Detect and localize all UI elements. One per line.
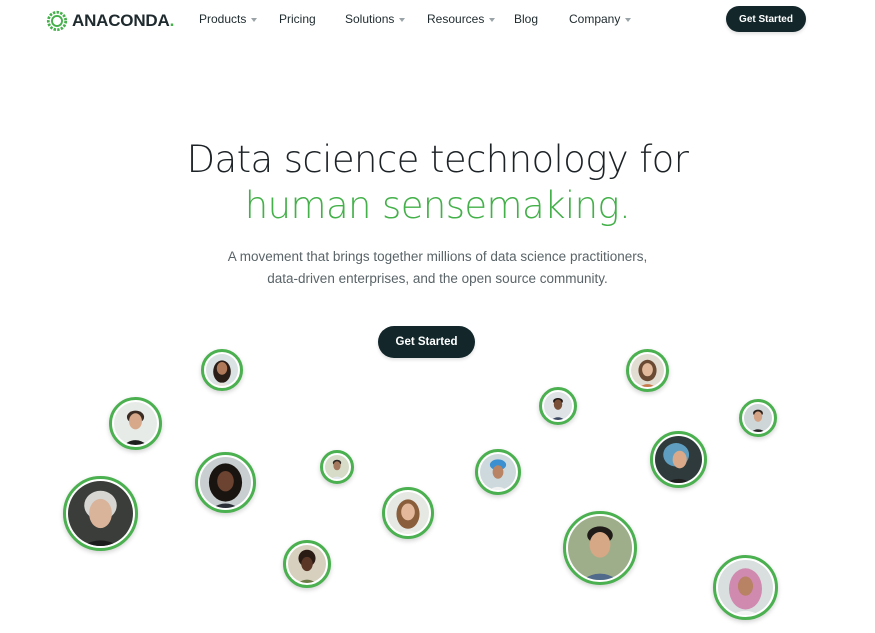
avatar	[626, 349, 669, 392]
nav-label: Resources	[427, 12, 485, 26]
avatar	[382, 487, 434, 539]
hero-title-accent: human sensemaking.	[244, 184, 631, 227]
person-photo	[200, 457, 251, 508]
avatar	[201, 349, 243, 391]
header-get-started-button[interactable]: Get Started	[726, 6, 806, 32]
avatar	[195, 452, 256, 513]
avatar	[650, 431, 707, 488]
page: ANACONDA. Products Pricing Solutions Res…	[0, 0, 875, 633]
nav-label: Company	[569, 12, 621, 26]
chevron-down-icon	[399, 18, 406, 22]
hero-get-started-button[interactable]: Get Started	[378, 326, 475, 358]
chevron-down-icon	[251, 18, 258, 22]
nav-label: Blog	[514, 12, 539, 26]
hero-subtitle-line-2: data-driven enterprises, and the open so…	[267, 271, 608, 286]
person-photo	[631, 354, 664, 387]
person-photo	[325, 455, 349, 479]
chevron-down-icon	[625, 18, 632, 22]
person-photo	[568, 516, 632, 580]
hero-subtitle-line-1: A movement that brings together millions…	[227, 249, 648, 264]
avatar	[320, 450, 354, 484]
nav-label: Pricing	[279, 12, 316, 26]
hero-title: Data science technology for	[186, 138, 689, 181]
person-photo	[744, 404, 772, 432]
person-photo	[206, 354, 238, 386]
nav-item-solutions[interactable]: Solutions	[345, 12, 406, 26]
person-photo	[655, 436, 702, 483]
nav-item-blog[interactable]: Blog	[514, 12, 538, 26]
nav-item-company[interactable]: Company	[569, 12, 632, 26]
nav-item-pricing[interactable]: Pricing	[279, 12, 316, 26]
anaconda-logo[interactable]: ANACONDA.	[46, 10, 174, 32]
avatar	[63, 476, 138, 551]
avatar	[739, 399, 777, 437]
person-photo	[718, 560, 773, 615]
avatar	[475, 449, 521, 495]
nav-item-resources[interactable]: Resources	[427, 12, 496, 26]
person-photo	[288, 545, 326, 583]
person-photo	[544, 392, 572, 420]
avatar	[713, 555, 778, 620]
person-photo	[68, 481, 133, 546]
person-photo	[114, 402, 157, 445]
person-photo	[480, 454, 516, 490]
chevron-down-icon	[489, 18, 496, 22]
site-header: ANACONDA. Products Pricing Solutions Res…	[0, 0, 875, 40]
nav-label: Solutions	[345, 12, 395, 26]
nav-label: Products	[199, 12, 247, 26]
brand-name: ANACONDA.	[72, 11, 175, 30]
avatar	[109, 397, 162, 450]
avatar	[539, 387, 577, 425]
nav-item-products[interactable]: Products	[199, 12, 258, 26]
anaconda-logo-icon	[46, 10, 68, 32]
person-photo	[387, 492, 429, 534]
avatar	[283, 540, 331, 588]
avatar	[563, 511, 637, 585]
